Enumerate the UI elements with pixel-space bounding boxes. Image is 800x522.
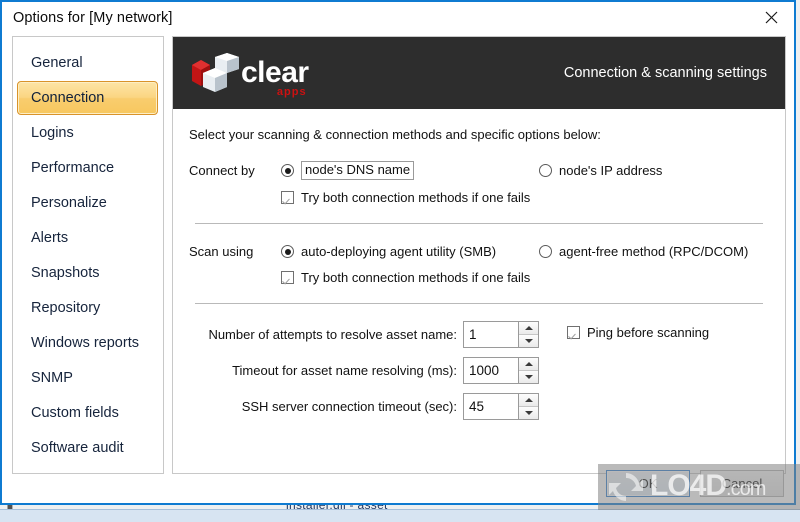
sidebar-item-logins[interactable]: Logins (17, 116, 158, 150)
cubes-logo-icon (192, 53, 239, 92)
radio-indicator (281, 164, 294, 177)
radio-indicator (539, 164, 552, 177)
sidebar-item-label: Alerts (31, 230, 69, 246)
checkbox-scan-try-both[interactable]: Try both connection methods if one fails (281, 270, 769, 285)
scan-using-label: Scan using (189, 244, 254, 259)
sidebar-item-label: Repository (31, 300, 101, 316)
field-label: Number of attempts to resolve asset name… (208, 327, 457, 342)
brand-logo-group: clear apps (189, 51, 309, 99)
radio-label: node's DNS name (301, 161, 415, 180)
ok-button[interactable]: OK (606, 470, 690, 497)
spinner-buttons (518, 394, 538, 419)
sidebar-item-label: Software audit (31, 440, 124, 456)
spinner-down-icon[interactable] (519, 407, 538, 419)
radio-scan-agent-smb[interactable]: auto-deploying agent utility (SMB) (281, 244, 539, 259)
divider (195, 303, 763, 304)
banner-title: Connection & scanning settings (563, 65, 767, 81)
settings-content-panel: clear apps Connection & scanning setting… (172, 36, 786, 474)
connection-settings-form: Select your scanning & connection method… (173, 109, 785, 429)
settings-sidebar: General Connection Logins Performance Pe… (12, 36, 164, 474)
field-ssh-timeout: SSH server connection timeout (sec): 45 (189, 393, 539, 420)
sidebar-item-snapshots[interactable]: Snapshots (17, 256, 158, 290)
spinner-resolve-attempts[interactable]: 1 (463, 321, 539, 348)
sidebar-item-alerts[interactable]: Alerts (17, 221, 158, 255)
sidebar-item-performance[interactable]: Performance (17, 151, 158, 185)
spinner-up-icon[interactable] (519, 394, 538, 407)
field-label: SSH server connection timeout (sec): (241, 399, 457, 414)
radio-label: agent-free method (RPC/DCOM) (559, 244, 749, 259)
brand-name: clear (241, 56, 309, 89)
backdrop-status-strip (0, 509, 800, 522)
dialog-body: General Connection Logins Performance Pe… (2, 34, 794, 503)
checkbox-indicator (567, 326, 580, 339)
field-label: Timeout for asset name resolving (ms): (232, 363, 457, 378)
radio-label: node's IP address (559, 163, 663, 178)
sidebar-item-label: Snapshots (31, 265, 100, 281)
scan-using-row: Scan using auto-deploying agent utility … (189, 244, 769, 259)
numeric-options-group: Number of attempts to resolve asset name… (189, 321, 769, 429)
sidebar-item-snmp[interactable]: SNMP (17, 361, 158, 395)
checkbox-ping-before-scanning[interactable]: Ping before scanning (567, 325, 709, 340)
radio-indicator (281, 245, 294, 258)
cancel-button[interactable]: Cancel (700, 470, 784, 497)
connect-by-label: Connect by (189, 163, 255, 178)
checkbox-indicator (281, 191, 294, 204)
checkbox-indicator (281, 271, 294, 284)
spinner-down-icon[interactable] (519, 335, 538, 347)
close-icon[interactable] (748, 2, 794, 33)
sidebar-item-windows-reports[interactable]: Windows reports (17, 326, 158, 360)
sidebar-item-label: Connection (31, 90, 105, 106)
sidebar-item-label: General (31, 55, 83, 71)
dialog-footer: OK Cancel (606, 470, 784, 497)
brand-wordmark: clear apps (241, 56, 309, 99)
numeric-fields: Number of attempts to resolve asset name… (189, 321, 539, 429)
radio-scan-agent-free-rpc[interactable]: agent-free method (RPC/DCOM) (539, 244, 748, 259)
sidebar-item-label: Personalize (31, 195, 107, 211)
spinner-resolve-timeout[interactable]: 1000 (463, 357, 539, 384)
window-title: Options for [My network] (13, 10, 173, 26)
radio-connect-ip-address[interactable]: node's IP address (539, 163, 662, 178)
sidebar-item-software-audit[interactable]: Software audit (17, 431, 158, 465)
sidebar-item-label: Custom fields (31, 405, 119, 421)
field-resolve-timeout: Timeout for asset name resolving (ms): 1… (189, 357, 539, 384)
brand-subtitle: apps (276, 86, 307, 98)
spinner-down-icon[interactable] (519, 371, 538, 383)
form-intro-text: Select your scanning & connection method… (189, 127, 601, 142)
field-resolve-attempts: Number of attempts to resolve asset name… (189, 321, 539, 348)
spinner-up-icon[interactable] (519, 358, 538, 371)
divider (195, 223, 763, 224)
spinner-up-icon[interactable] (519, 322, 538, 335)
spinner-value[interactable]: 1 (464, 322, 518, 347)
radio-label: auto-deploying agent utility (SMB) (301, 244, 497, 259)
sidebar-item-label: Performance (31, 160, 115, 176)
radio-indicator (539, 245, 552, 258)
sidebar-item-custom-fields[interactable]: Custom fields (17, 396, 158, 430)
checkbox-label: Try both connection methods if one fails (301, 190, 531, 205)
connect-by-group: Connect by node's DNS name node's IP add… (189, 161, 769, 205)
sidebar-item-label: Windows reports (31, 335, 139, 351)
options-dialog: Options for [My network] General Connect… (0, 0, 796, 505)
sidebar-item-connection[interactable]: Connection (17, 81, 158, 115)
scan-using-group: Scan using auto-deploying agent utility … (189, 244, 769, 285)
checkbox-label: Try both connection methods if one fails (301, 270, 531, 285)
sidebar-item-general[interactable]: General (17, 46, 158, 80)
spinner-buttons (518, 358, 538, 383)
brand-banner: clear apps Connection & scanning setting… (173, 37, 785, 109)
title-bar: Options for [My network] (2, 2, 794, 34)
ping-option-area: Ping before scanning (539, 321, 709, 429)
radio-connect-dns-name[interactable]: node's DNS name (281, 161, 539, 180)
spinner-value[interactable]: 45 (464, 394, 518, 419)
spinner-value[interactable]: 1000 (464, 358, 518, 383)
checkbox-connect-try-both[interactable]: Try both connection methods if one fails (281, 190, 769, 205)
checkbox-label: Ping before scanning (587, 325, 710, 340)
spinner-buttons (518, 322, 538, 347)
sidebar-item-personalize[interactable]: Personalize (17, 186, 158, 220)
spinner-ssh-timeout[interactable]: 45 (463, 393, 539, 420)
connect-by-row: Connect by node's DNS name node's IP add… (189, 161, 769, 180)
sidebar-item-label: Logins (31, 125, 74, 141)
sidebar-item-label: SNMP (31, 370, 73, 386)
sidebar-item-repository[interactable]: Repository (17, 291, 158, 325)
